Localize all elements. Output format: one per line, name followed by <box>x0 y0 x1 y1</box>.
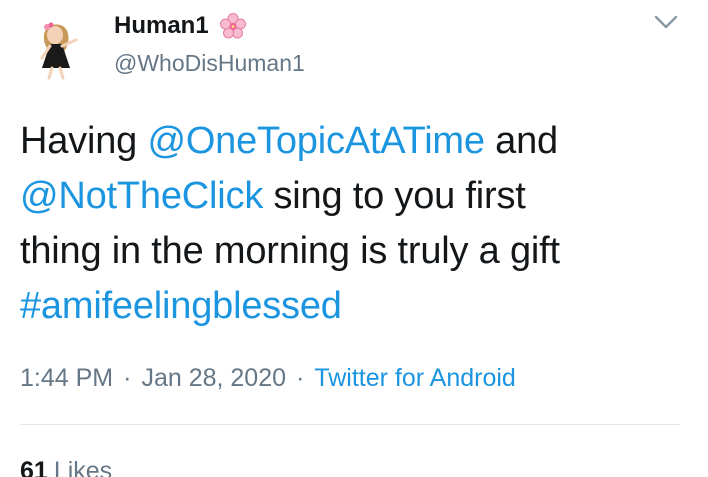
tweet-meta: 1:44 PM · Jan 28, 2020 · Twitter for Android <box>20 362 516 394</box>
mention-link[interactable]: @OneTopicAtATime <box>147 120 485 162</box>
avatar[interactable] <box>22 10 94 82</box>
tweet-line-1: Having @OneTopicAtATime and <box>20 114 690 169</box>
tweet-detail: Human1 @WhoDisHuman1 Having @OneTopicAtA… <box>0 0 708 477</box>
cherry-blossom-icon <box>219 12 247 40</box>
tweet-text-segment: and <box>484 120 558 162</box>
meta-separator: · <box>123 364 132 392</box>
cartoon-girl-avatar-icon <box>22 10 94 82</box>
chevron-down-icon[interactable] <box>652 12 680 32</box>
likes-stat[interactable]: 61 Likes <box>20 455 112 477</box>
meta-separator: · <box>296 364 305 392</box>
display-name-row[interactable]: Human1 <box>114 12 247 40</box>
tweet-time[interactable]: 1:44 PM <box>20 364 113 392</box>
tweet-line-3: thing in the morning is truly a gift <box>20 230 560 272</box>
tweet-text-segment: Having <box>20 120 148 162</box>
divider <box>20 424 680 425</box>
mention-link[interactable]: @NotTheClick <box>20 175 263 217</box>
display-name[interactable]: Human1 <box>114 12 209 40</box>
tweet-text-segment: sing to you first <box>263 175 526 217</box>
tweet-source-link[interactable]: Twitter for Android <box>314 364 515 392</box>
tweet-date[interactable]: Jan 28, 2020 <box>141 364 286 392</box>
user-handle[interactable]: @WhoDisHuman1 <box>114 49 305 77</box>
tweet-text: Having @OneTopicAtATime and @NotTheClick… <box>20 114 690 334</box>
likes-count: 61 <box>20 457 48 477</box>
tweet-line-2: @NotTheClick sing to you first <box>20 169 690 224</box>
tweet-line-4: #amifeelingblessed <box>20 279 690 334</box>
likes-label: Likes <box>53 457 113 477</box>
hashtag-link[interactable]: #amifeelingblessed <box>20 285 342 327</box>
